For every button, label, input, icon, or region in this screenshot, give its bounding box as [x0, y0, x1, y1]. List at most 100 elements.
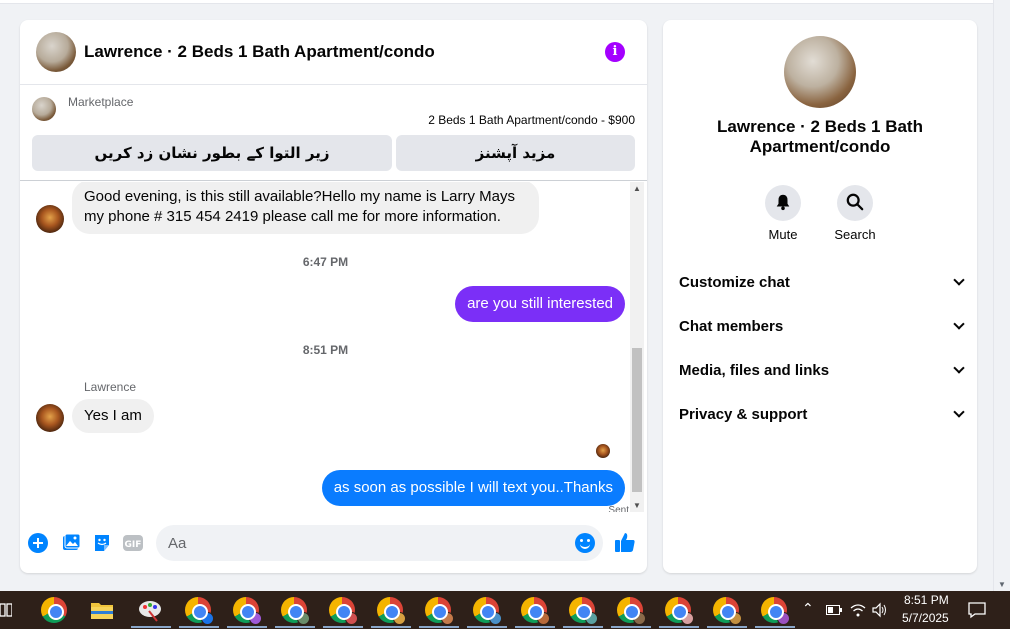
- chrome-profile-icon[interactable]: [521, 597, 550, 625]
- section-label: Media, files and links: [679, 362, 830, 379]
- listing-summary[interactable]: 2 Beds 1 Bath Apartment/condo - $900: [428, 113, 635, 127]
- page-scrollbar[interactable]: ▼: [993, 0, 1010, 591]
- chat-title[interactable]: Lawrence · 2 Beds 1 Bath Apartment/condo: [84, 42, 435, 62]
- message-text: Good evening, is this still available?He…: [84, 188, 516, 205]
- sender-avatar[interactable]: [36, 205, 64, 233]
- profile-badge: [249, 612, 262, 625]
- profile-avatar[interactable]: [784, 36, 856, 108]
- taskbar-underline: [755, 626, 795, 628]
- message-bubble-in: Yes I am: [72, 399, 154, 433]
- chat-panel: Lawrence · 2 Beds 1 Bath Apartment/condo…: [20, 20, 647, 573]
- profile-badge: [489, 612, 502, 625]
- chrome-profile-icon[interactable]: [377, 597, 406, 625]
- profile-badge: [393, 612, 406, 625]
- chevron-down-icon: [953, 362, 965, 374]
- message-input[interactable]: [168, 533, 548, 553]
- message-text: my phone # 315 454 2419 please call me f…: [84, 208, 501, 225]
- chrome-profile-icon[interactable]: [329, 597, 358, 625]
- marketplace-box: Marketplace 2 Beds 1 Bath Apartment/cond…: [20, 85, 647, 181]
- scroll-down-arrow-icon[interactable]: ▼: [633, 501, 641, 510]
- section-privacy-support[interactable]: Privacy & support: [679, 406, 965, 426]
- chat-avatar[interactable]: [36, 32, 76, 72]
- chrome-profile-icon[interactable]: [233, 597, 262, 625]
- profile-badge: [537, 612, 550, 625]
- taskbar-underline: [611, 626, 651, 628]
- info-title: Lawrence · 2 Beds 1 Bath Apartment/condo: [717, 117, 923, 156]
- taskbar-underline: [563, 626, 603, 628]
- emoji-icon[interactable]: [575, 533, 595, 553]
- taskbar-underline: [707, 626, 747, 628]
- message-bubble-out: are you still interested: [455, 286, 625, 322]
- timestamp: 6:47 PM: [302, 255, 349, 269]
- notifications-icon[interactable]: [968, 601, 986, 619]
- taskbar-underline: [419, 626, 459, 628]
- clock-date[interactable]: 5/7/2025: [902, 611, 949, 625]
- taskbar-underline: [515, 626, 555, 628]
- chrome-profile-icon[interactable]: [713, 597, 742, 625]
- mute-label: Mute: [768, 227, 798, 242]
- profile-badge: [201, 612, 214, 625]
- taskbar-underline: [179, 626, 219, 628]
- info-icon[interactable]: i: [605, 42, 625, 62]
- like-icon[interactable]: [614, 531, 636, 553]
- section-label: Chat members: [679, 318, 784, 335]
- chrome-profile-icon[interactable]: [761, 597, 790, 625]
- gif-icon[interactable]: GIF: [123, 533, 143, 553]
- file-explorer-icon[interactable]: [89, 597, 115, 623]
- chrome-profile-icon[interactable]: [185, 597, 214, 625]
- task-view-icon[interactable]: [0, 602, 12, 618]
- photo-icon[interactable]: [61, 533, 81, 553]
- scroll-thumb[interactable]: [632, 348, 642, 492]
- message-bubble-in: Good evening, is this still available?He…: [72, 182, 539, 234]
- scroll-down-arrow-icon[interactable]: ▼: [998, 580, 1006, 589]
- search-button[interactable]: Search: [825, 185, 885, 242]
- profile-badge: [777, 612, 790, 625]
- chrome-profile-icon[interactable]: [665, 597, 694, 625]
- mark-pending-button[interactable]: زیر التوا کے بطور نشان زد کریں: [32, 135, 392, 171]
- section-media-files-links[interactable]: Media, files and links: [679, 362, 965, 382]
- profile-badge: [441, 612, 454, 625]
- profile-badge: [345, 612, 358, 625]
- profile-badge: [297, 612, 310, 625]
- sender-name: Lawrence: [84, 380, 137, 394]
- message-list: Good evening, is this still available?He…: [20, 182, 631, 512]
- mute-button[interactable]: Mute: [753, 185, 813, 242]
- chevron-up-icon[interactable]: ⌃: [802, 600, 814, 617]
- chrome-profile-icon[interactable]: [473, 597, 502, 625]
- wifi-icon[interactable]: [850, 602, 866, 618]
- taskbar-underline: [659, 626, 699, 628]
- section-label: Privacy & support: [679, 406, 808, 423]
- marketplace-label: Marketplace: [68, 95, 134, 109]
- composer: GIF: [20, 520, 647, 573]
- chrome-icon[interactable]: [41, 597, 67, 623]
- chrome-profile-icon[interactable]: [281, 597, 310, 625]
- plus-icon[interactable]: [28, 533, 48, 553]
- scroll-up-arrow-icon[interactable]: ▲: [633, 184, 641, 193]
- taskbar-underline: [275, 626, 315, 628]
- seen-avatar: [596, 444, 610, 458]
- message-scrollbar[interactable]: ▲ ▼: [630, 182, 644, 512]
- top-strip: [0, 0, 993, 4]
- clock-time[interactable]: 8:51 PM: [904, 593, 949, 607]
- volume-icon[interactable]: [872, 602, 888, 618]
- chrome-profile-icon[interactable]: [569, 597, 598, 625]
- taskbar-underline: [227, 626, 267, 628]
- windows-taskbar: ⌃ 8:51 PM 5/7/2025: [0, 591, 1010, 629]
- search-label: Search: [834, 227, 876, 242]
- chevron-down-icon: [953, 406, 965, 418]
- sticker-icon[interactable]: [92, 533, 112, 553]
- bell-icon: [765, 185, 801, 221]
- message-bubble-out: as soon as possible I will text you..Tha…: [321, 470, 625, 506]
- paint-icon[interactable]: [137, 597, 163, 623]
- more-options-button[interactable]: مزید آپشنز: [396, 135, 635, 171]
- taskbar-underline: [371, 626, 411, 628]
- section-chat-members[interactable]: Chat members: [679, 318, 965, 338]
- chrome-profile-icon[interactable]: [617, 597, 646, 625]
- section-customize-chat[interactable]: Customize chat: [679, 274, 965, 294]
- chrome-profile-icon[interactable]: [425, 597, 454, 625]
- taskbar-underline: [131, 626, 171, 628]
- message-input-box[interactable]: [156, 525, 603, 561]
- sender-avatar[interactable]: [36, 404, 64, 432]
- battery-icon[interactable]: [826, 604, 842, 616]
- profile-badge: [681, 612, 694, 625]
